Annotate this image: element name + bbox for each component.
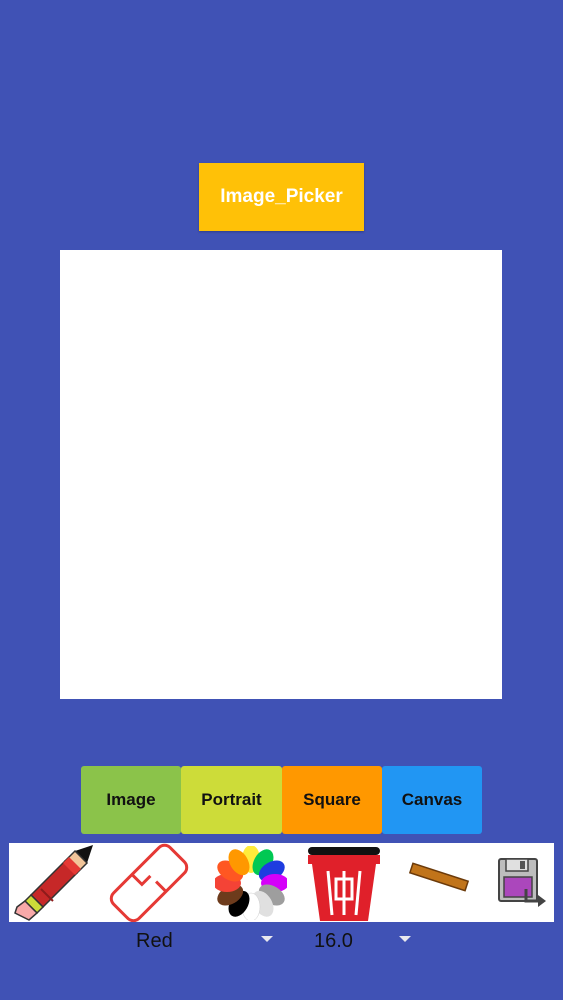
save-tool[interactable] <box>489 843 554 922</box>
color-select-caret-icon[interactable] <box>261 936 273 942</box>
clear-tool[interactable] <box>301 843 387 922</box>
eraser-icon <box>109 843 189 922</box>
color-select[interactable]: Red <box>136 925 256 957</box>
image-mode-button[interactable]: Image <box>81 766 181 834</box>
image-picker-button[interactable]: Image_Picker <box>199 163 364 231</box>
trash-icon <box>308 847 380 921</box>
line-tool[interactable] <box>403 843 475 922</box>
size-select-value: 16.0 <box>314 929 353 952</box>
square-mode-button[interactable]: Square <box>282 766 382 834</box>
color-picker-tool[interactable] <box>209 843 293 922</box>
canvas-mode-button[interactable]: Canvas <box>382 766 482 834</box>
pencil-icon <box>14 845 93 921</box>
tool-bar <box>9 843 554 922</box>
portrait-mode-button[interactable]: Portrait <box>181 766 282 834</box>
save-icon <box>497 858 546 907</box>
pencil-tool[interactable] <box>9 843 97 922</box>
color-wheel-icon <box>215 845 287 920</box>
size-select-caret-icon[interactable] <box>399 936 411 942</box>
mode-button-row: Image Portrait Square Canvas <box>81 766 482 834</box>
eraser-tool[interactable] <box>105 843 193 922</box>
size-select[interactable]: 16.0 <box>314 925 394 957</box>
drawing-canvas[interactable] <box>60 250 502 699</box>
color-select-value: Red <box>136 929 173 952</box>
stick-icon <box>408 862 470 892</box>
